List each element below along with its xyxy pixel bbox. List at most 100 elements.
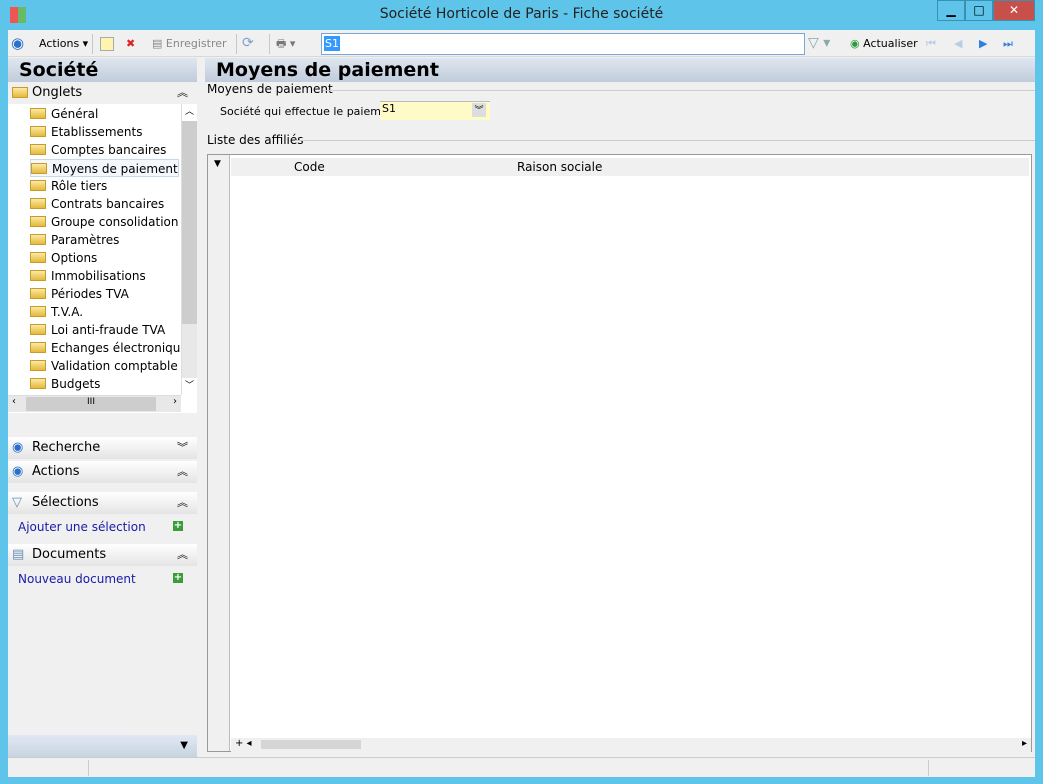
- column-header-raison-sociale[interactable]: Raison sociale: [517, 160, 602, 174]
- folder-icon: [30, 378, 46, 389]
- tab-item[interactable]: Paramètres: [30, 231, 119, 249]
- tab-label: Paramètres: [51, 233, 120, 247]
- next-record-icon[interactable]: ▶: [979, 35, 987, 52]
- expand-icon[interactable]: ︾: [177, 437, 188, 459]
- tab-item[interactable]: Validation comptable BA: [30, 357, 197, 375]
- tab-label: Budgets: [51, 377, 101, 391]
- maximize-button[interactable]: □: [965, 0, 993, 21]
- tab-label: Comptes bancaires: [51, 143, 167, 157]
- tab-item[interactable]: Etablissements: [30, 123, 142, 141]
- previous-record-icon[interactable]: ◀: [954, 35, 962, 52]
- refresh-icon: ◉: [850, 37, 860, 50]
- last-record-icon[interactable]: ⏭: [1003, 35, 1013, 52]
- actions-icon: ◉: [11, 34, 25, 52]
- delete-icon[interactable]: ✖: [126, 35, 135, 52]
- tab-item[interactable]: Comptes bancaires: [30, 141, 166, 159]
- separator: [236, 34, 237, 54]
- column-header-code[interactable]: Code: [294, 160, 325, 174]
- refresh-button[interactable]: ◉ Actualiser: [850, 35, 918, 52]
- first-record-icon[interactable]: ⏮: [926, 35, 936, 52]
- new-icon[interactable]: [100, 37, 114, 51]
- tab-item[interactable]: Immobilisations: [30, 267, 146, 285]
- close-button[interactable]: ✕: [993, 0, 1035, 21]
- search-panel-icon: ◉: [12, 440, 24, 455]
- folder-icon: [30, 360, 46, 371]
- search-input[interactable]: S1: [321, 33, 805, 55]
- folder-icon: [30, 180, 46, 191]
- actions-menu[interactable]: Actions ▾: [39, 35, 88, 52]
- tab-label: Contrats bancaires: [51, 197, 165, 211]
- tabs-tree: Général Etablissements Comptes bancaires Mo…: [8, 104, 197, 413]
- tab-label: Validation comptable BA: [51, 359, 197, 373]
- folder-icon: [30, 198, 46, 209]
- folder-icon: [30, 252, 46, 263]
- minimize-button[interactable]: ▁: [937, 0, 965, 21]
- add-icon[interactable]: +: [173, 573, 183, 583]
- left-panel: Société Hortico...« Onglets︽ Général Etab…: [8, 58, 197, 757]
- group-title: Moyens de paiement: [207, 82, 333, 96]
- left-panel-title: Société Hortico...«: [8, 58, 197, 105]
- tab-label: Moyens de paiement: [52, 162, 178, 176]
- tree-horizontal-scrollbar[interactable]: III ‹ ›: [8, 395, 181, 412]
- tab-item[interactable]: Général: [30, 105, 98, 123]
- folder-icon: [31, 163, 47, 174]
- onglets-header[interactable]: Onglets ︽: [8, 82, 197, 104]
- filter-icon[interactable]: ▽ ▾: [808, 35, 830, 52]
- tab-label: Options: [51, 251, 98, 265]
- tab-item[interactable]: Loi anti-fraude TVA: [30, 321, 165, 339]
- save-label: Enregistrer: [165, 37, 227, 50]
- tab-item[interactable]: Moyens de paiement: [30, 159, 179, 177]
- separator: [269, 34, 270, 54]
- save-icon: ▤: [152, 37, 163, 50]
- tab-item[interactable]: Contrats bancaires: [30, 195, 164, 213]
- filter-icon: ▽: [12, 495, 22, 510]
- payer-value: S1: [382, 102, 396, 115]
- tab-label: Général: [51, 107, 99, 121]
- refresh-label: Actualiser: [863, 37, 918, 50]
- sync-icon[interactable]: ⟳: [242, 35, 254, 52]
- selections-header[interactable]: ▽ Sélections ︽: [8, 492, 197, 514]
- print-button[interactable]: 🖶 ▾: [276, 35, 295, 52]
- tab-item[interactable]: Rôle tiers: [30, 177, 107, 195]
- folder-icon: [30, 126, 46, 137]
- main-panel: Moyens de paiement Moyens de paiement So…: [205, 58, 1035, 757]
- tab-label: Rôle tiers: [51, 179, 108, 193]
- folder-icon: [30, 216, 46, 227]
- tab-item[interactable]: Groupe consolidation: [30, 213, 179, 231]
- panel-menu-button[interactable]: ▼: [8, 735, 197, 757]
- affiliates-grid[interactable]: ▼ Code Raison sociale + ◂ ▸: [207, 154, 1032, 752]
- recherche-header[interactable]: ◉ Recherche ︾: [8, 437, 197, 459]
- actions-header[interactable]: ◉ Actions ︽: [8, 461, 197, 483]
- folder-icon: [12, 87, 28, 98]
- folder-icon: [30, 324, 46, 335]
- folder-icon: [30, 144, 46, 155]
- dropdown-icon[interactable]: ︾: [472, 103, 486, 117]
- tab-item[interactable]: Périodes TVA: [30, 285, 129, 303]
- tab-item[interactable]: Budgets: [30, 375, 100, 393]
- add-icon[interactable]: +: [173, 521, 183, 531]
- grid-horizontal-scrollbar[interactable]: + ◂ ▸: [231, 738, 1031, 752]
- save-button[interactable]: ▤ Enregistrer: [152, 35, 227, 52]
- new-document-link[interactable]: Nouveau document: [18, 572, 136, 586]
- collapse-icon[interactable]: ︽: [177, 544, 188, 566]
- tab-label: Groupe consolidation: [51, 215, 179, 229]
- collapse-icon[interactable]: ︽: [177, 492, 188, 514]
- folder-icon: [30, 108, 46, 119]
- folder-icon: [30, 342, 46, 353]
- tab-item[interactable]: Echanges électroniques: [30, 339, 194, 357]
- actions-label: Actions: [39, 37, 80, 50]
- documents-header[interactable]: ▤ Documents ︽: [8, 544, 197, 566]
- tree-vertical-scrollbar[interactable]: ︿ ﹀: [181, 104, 197, 395]
- payer-select[interactable]: S1 ︾: [380, 101, 490, 120]
- tab-label: T.V.A.: [51, 305, 84, 319]
- add-selection-link[interactable]: Ajouter une sélection: [18, 520, 146, 534]
- collapse-icon[interactable]: ︽: [177, 82, 188, 104]
- separator: [92, 34, 93, 54]
- page-title: Moyens de paiement: [205, 58, 1035, 82]
- column-chooser-icon[interactable]: ▼: [214, 159, 221, 169]
- tab-label: Immobilisations: [51, 269, 146, 283]
- tab-item[interactable]: T.V.A.: [30, 303, 83, 321]
- collapse-icon[interactable]: ︽: [177, 461, 188, 483]
- tab-item[interactable]: Options: [30, 249, 97, 267]
- group-title: Liste des affiliés: [207, 133, 304, 147]
